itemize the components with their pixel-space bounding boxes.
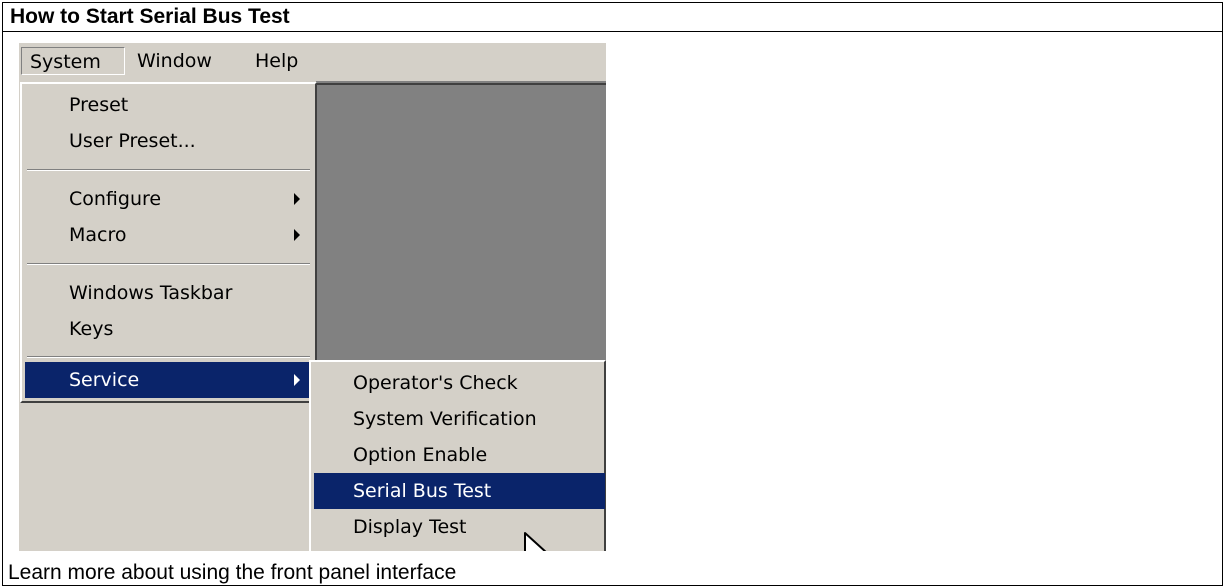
menu-separator — [27, 356, 310, 358]
menu-help[interactable]: Help — [247, 47, 306, 75]
submenu-item-option-enable[interactable]: Option Enable — [314, 437, 605, 473]
pane-border — [316, 83, 606, 85]
menu-item-label: Preset — [69, 94, 129, 116]
menu-item-label: Keys — [69, 318, 114, 340]
menu-separator — [27, 169, 310, 171]
submenu-item-label: System Verification — [353, 408, 537, 430]
menu-item-service[interactable]: Service — [25, 362, 312, 398]
menu-item-macro[interactable]: Macro — [25, 217, 312, 253]
menu-item-keys[interactable]: Keys — [25, 311, 312, 347]
submenu-arrow-icon — [294, 229, 300, 241]
menu-item-label: Service — [69, 369, 140, 391]
submenu-arrow-icon — [294, 374, 300, 386]
page-title: How to Start Serial Bus Test — [10, 5, 290, 28]
header-bar: How to Start Serial Bus Test — [2, 2, 1223, 32]
menu-system[interactable]: System — [21, 47, 125, 75]
menu-item-user-preset[interactable]: User Preset... — [25, 123, 312, 159]
menu-item-label: Macro — [69, 224, 127, 246]
submenu-arrow-icon — [294, 193, 300, 205]
submenu-item-label: Display Test — [353, 516, 467, 538]
menu-item-configure[interactable]: Configure — [25, 181, 312, 217]
menu-item-preset[interactable]: Preset — [25, 87, 312, 123]
menu-item-label: User Preset... — [69, 130, 196, 152]
footer-link[interactable]: Learn more about using the front panel i… — [8, 560, 456, 586]
service-submenu: Operator's Check System Verification Opt… — [309, 360, 606, 551]
submenu-item-label: Operator's Check — [353, 372, 518, 394]
submenu-item-label: Serial Bus Test — [353, 480, 492, 502]
menu-separator — [27, 263, 310, 265]
menu-item-windows-taskbar[interactable]: Windows Taskbar — [25, 275, 312, 311]
submenu-item-serial-bus-test[interactable]: Serial Bus Test — [314, 473, 605, 509]
submenu-item-operators-check[interactable]: Operator's Check — [314, 365, 605, 401]
submenu-item-display-test[interactable]: Display Test — [314, 509, 605, 545]
menu-item-label: Windows Taskbar — [69, 282, 233, 304]
submenu-item-label: Option Enable — [353, 444, 488, 466]
system-dropdown: Preset User Preset... Configure Macro Wi… — [20, 82, 317, 403]
screenshot-panel: System Window Help Preset User Preset...… — [19, 43, 606, 551]
menu-item-label: Configure — [69, 188, 162, 210]
menu-window[interactable]: Window — [129, 47, 220, 75]
arrow-pointer-icon — [524, 532, 547, 551]
menu-bar: System Window Help — [19, 43, 606, 81]
submenu-item-system-verification[interactable]: System Verification — [314, 401, 605, 437]
